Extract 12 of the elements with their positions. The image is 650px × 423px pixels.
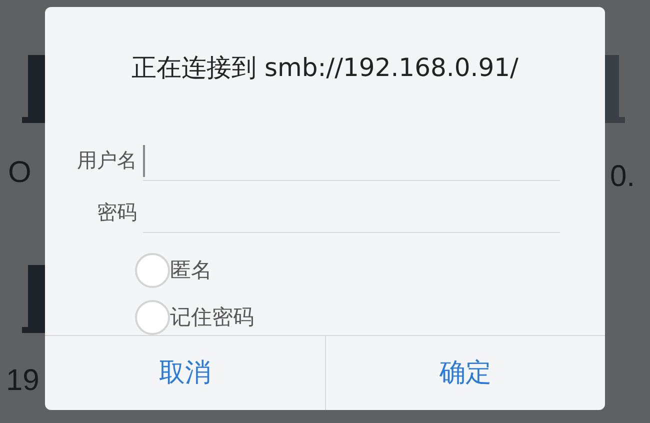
device-label: 0.: [610, 162, 636, 192]
field-label: 密码: [96, 199, 137, 226]
radio-button[interactable]: [135, 300, 170, 335]
field-label: 用户名: [76, 147, 137, 174]
dialog-button[interactable]: 取消: [45, 336, 324, 410]
option-label: 记住密码: [170, 304, 254, 331]
dialog-title: 正在连接到 smb://192.168.0.91/: [132, 52, 518, 84]
option-label: 匿名: [170, 256, 212, 284]
radio-button[interactable]: [135, 253, 170, 288]
dialog-button[interactable]: 确定: [324, 336, 605, 410]
device-label: 19: [6, 366, 40, 396]
device-label: O: [8, 158, 32, 188]
